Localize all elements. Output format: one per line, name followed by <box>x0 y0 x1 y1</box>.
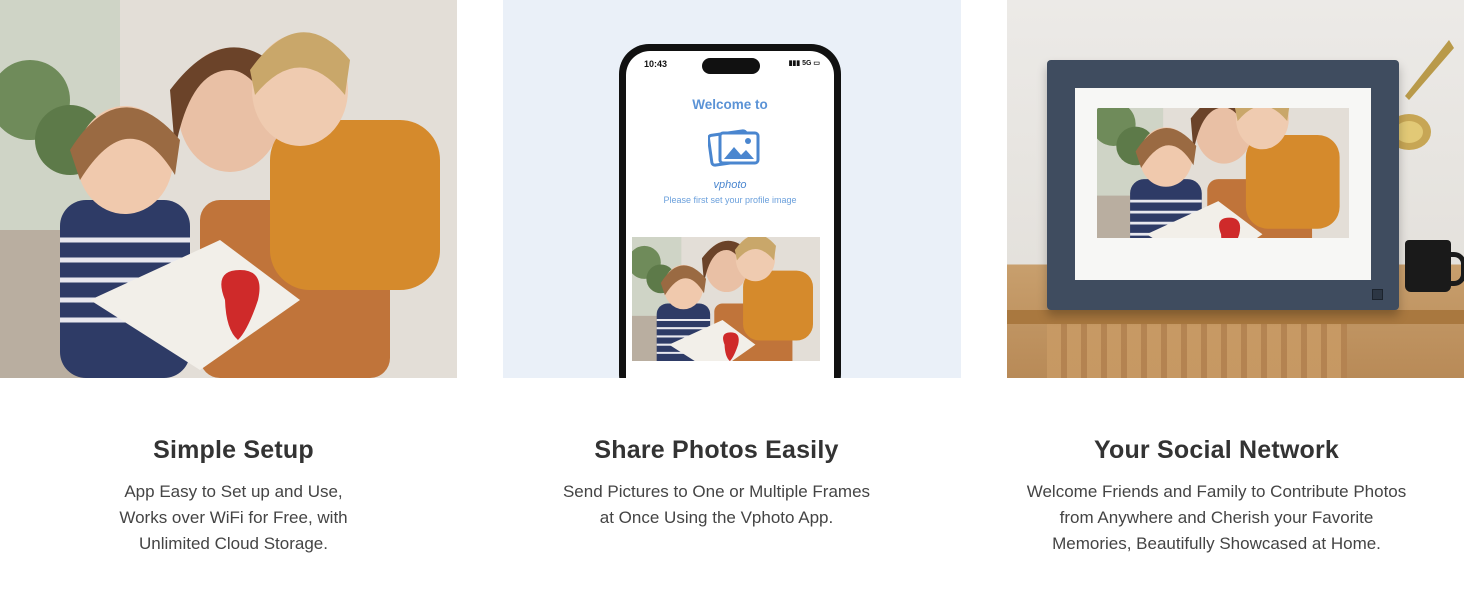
mug-handle <box>1445 252 1464 286</box>
network-label: 5G <box>802 60 812 67</box>
description-line: at Once Using the Vphoto App. <box>599 508 834 527</box>
description-line: Unlimited Cloud Storage. <box>139 534 328 553</box>
phone-screen: 10:43 ▮▮▮ 5G ▭ Welcome to vphoto Please … <box>626 51 834 378</box>
feature-title: Your Social Network <box>1093 436 1340 464</box>
brand-name: vphoto <box>713 179 747 191</box>
chair <box>1047 324 1347 378</box>
frame-mat <box>1075 88 1371 280</box>
description-line: App Easy to Set up and Use, <box>124 482 343 501</box>
description-line: Send Pictures to One or Multiple Frames <box>562 482 871 501</box>
feature-title: Share Photos Easily <box>594 436 839 464</box>
welcome-text: Welcome to <box>692 97 768 112</box>
description-line: Welcome Friends and Family to Contribute… <box>1026 482 1407 501</box>
feature-social-network: Your Social Network Welcome Friends and … <box>988 436 1445 557</box>
status-network: ▮▮▮ 5G ▭ <box>789 59 820 67</box>
feature-description: App Easy to Set up and Use, Works over W… <box>5 479 462 557</box>
family-photo-image <box>0 0 457 378</box>
battery-icon: ▭ <box>813 60 820 67</box>
signal-icon: ▮▮▮ <box>788 60 801 67</box>
phone-photo-preview[interactable] <box>632 237 820 361</box>
family-photo-image <box>632 237 820 361</box>
setup-photo <box>0 0 457 378</box>
frame-photo <box>1097 108 1349 258</box>
feature-title: Simple Setup <box>153 436 314 464</box>
profile-hint[interactable]: Please first set your profile image <box>626 195 834 205</box>
feature-share-photos: Share Photos Easily Send Pictures to One… <box>488 436 945 531</box>
description-line: from Anywhere and Cherish your Favorite <box>1059 508 1374 527</box>
dynamic-island <box>702 58 760 74</box>
feature-description: Welcome Friends and Family to Contribute… <box>988 479 1445 557</box>
digital-frame <box>1047 60 1399 310</box>
frame-panel <box>1007 0 1464 378</box>
family-photo-image <box>1097 108 1349 238</box>
feature-simple-setup: Simple Setup App Easy to Set up and Use,… <box>5 436 462 557</box>
phone-mockup: 10:43 ▮▮▮ 5G ▭ Welcome to vphoto Please … <box>619 44 841 378</box>
vphoto-logo-icon <box>708 129 760 167</box>
feature-description: Send Pictures to One or Multiple Frames … <box>488 479 945 531</box>
status-time: 10:43 <box>644 59 668 69</box>
description-line: Memories, Beautifully Showcased at Home. <box>1052 534 1381 553</box>
description-line: Works over WiFi for Free, with <box>119 508 348 527</box>
frame-power-button[interactable] <box>1372 289 1383 300</box>
phone-panel: 10:43 ▮▮▮ 5G ▭ Welcome to vphoto Please … <box>503 0 961 378</box>
table <box>1007 310 1464 324</box>
lamp-icon <box>1399 40 1459 150</box>
